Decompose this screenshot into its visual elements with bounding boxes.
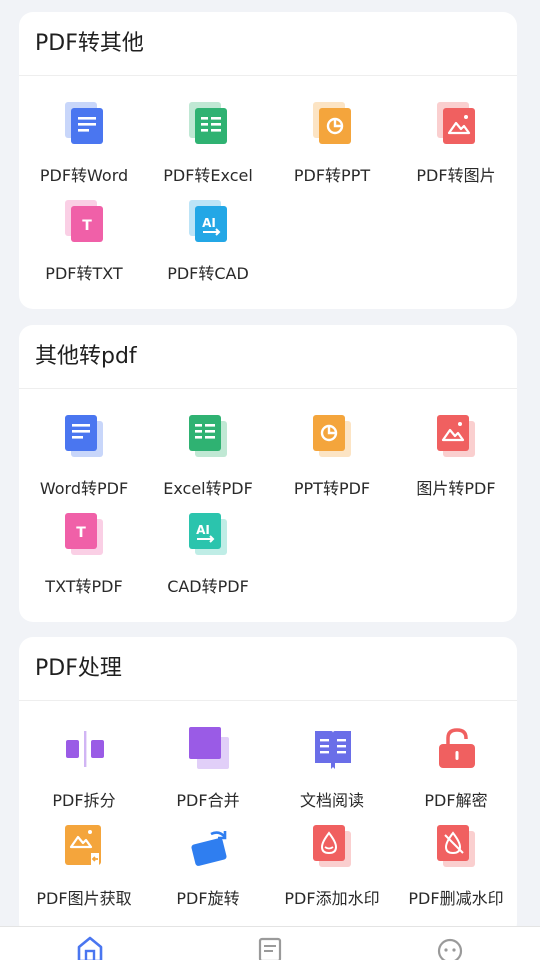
tool-label: Excel转PDF <box>163 479 253 498</box>
profile-icon <box>437 938 463 960</box>
tool-label: TXT转PDF <box>45 577 123 596</box>
section-pdf-to-other: PDF转其他 PDF转Word PDF转Excel PDF转PPT PDF转图片 <box>19 12 517 309</box>
excel-sheet-icon <box>189 102 229 146</box>
tool-pdf-decrypt[interactable]: PDF解密 <box>394 727 518 823</box>
tool-pdf-to-image[interactable]: PDF转图片 <box>394 102 518 198</box>
tool-label: PDF解密 <box>424 791 488 810</box>
ppt-chart-icon <box>313 102 353 146</box>
tool-txt-to-pdf[interactable]: T TXT转PDF <box>22 513 146 609</box>
remove-watermark-icon <box>437 825 477 869</box>
tool-cad-to-pdf[interactable]: AI CAD转PDF <box>146 513 270 609</box>
tool-pdf-to-word[interactable]: PDF转Word <box>22 102 146 198</box>
tool-label: 图片转PDF <box>416 479 496 498</box>
tool-image-to-pdf[interactable]: 图片转PDF <box>394 415 518 511</box>
tool-excel-to-pdf[interactable]: Excel转PDF <box>146 415 270 511</box>
tool-pdf-remove-watermark[interactable]: PDF删减水印 <box>394 825 518 921</box>
split-icon <box>65 727 105 771</box>
nav-profile[interactable] <box>435 935 465 960</box>
tool-pdf-add-watermark[interactable]: PDF添加水印 <box>270 825 394 921</box>
tool-label: 文档阅读 <box>299 791 364 810</box>
svg-text:T: T <box>76 525 86 541</box>
nav-documents[interactable] <box>255 935 285 960</box>
section-title: 其他转pdf <box>19 325 517 389</box>
tool-pdf-to-cad[interactable]: AI PDF转CAD <box>146 200 270 296</box>
merge-icon <box>189 727 229 771</box>
txt-icon: T <box>65 200 105 244</box>
svg-text:T: T <box>82 218 92 234</box>
tool-pdf-split[interactable]: PDF拆分 <box>22 727 146 823</box>
section-title: PDF转其他 <box>19 12 517 76</box>
tool-label: PDF图片获取 <box>36 889 132 908</box>
tool-label: PDF转TXT <box>45 264 123 283</box>
tool-label: PDF转PPT <box>293 166 371 185</box>
tool-label: PDF旋转 <box>176 889 240 908</box>
image-icon <box>437 102 477 146</box>
image-icon <box>437 415 477 459</box>
rotate-icon <box>189 825 229 869</box>
tool-pdf-to-txt[interactable]: T PDF转TXT <box>22 200 146 296</box>
tool-pdf-to-ppt[interactable]: PDF转PPT <box>270 102 394 198</box>
cad-icon: AI <box>189 513 229 557</box>
book-icon <box>313 727 353 771</box>
word-doc-icon <box>65 102 105 146</box>
cad-icon: AI <box>189 200 229 244</box>
ppt-chart-icon <box>313 415 353 459</box>
tool-word-to-pdf[interactable]: Word转PDF <box>22 415 146 511</box>
add-watermark-icon <box>313 825 353 869</box>
image-extract-icon <box>65 825 105 869</box>
tool-pdf-image-extract[interactable]: PDF图片获取 <box>22 825 146 921</box>
unlock-icon <box>437 727 477 771</box>
excel-sheet-icon <box>189 415 229 459</box>
tool-label: PDF转CAD <box>167 264 249 283</box>
word-doc-icon <box>65 415 105 459</box>
tool-label: PDF合并 <box>176 791 240 810</box>
tool-label: CAD转PDF <box>167 577 249 596</box>
tool-label: Word转PDF <box>39 479 129 498</box>
home-icon <box>77 936 103 960</box>
section-title: PDF处理 <box>19 637 517 701</box>
tool-doc-reading[interactable]: 文档阅读 <box>270 727 394 823</box>
bottom-nav <box>0 926 540 960</box>
tool-pdf-to-excel[interactable]: PDF转Excel <box>146 102 270 198</box>
tool-label: PPT转PDF <box>293 479 371 498</box>
tool-label: PDF转Word <box>39 166 129 185</box>
tool-label: PDF拆分 <box>52 791 116 810</box>
nav-home[interactable] <box>75 935 105 960</box>
svg-text:AI: AI <box>202 216 216 230</box>
section-other-to-pdf: 其他转pdf Word转PDF Excel转PDF PPT转PDF 图片转PDF <box>19 325 517 622</box>
tool-label: PDF删减水印 <box>408 889 504 908</box>
tool-pdf-rotate[interactable]: PDF旋转 <box>146 825 270 921</box>
tool-label: PDF添加水印 <box>284 889 380 908</box>
document-list-icon <box>258 937 282 960</box>
tool-pdf-merge[interactable]: PDF合并 <box>146 727 270 823</box>
section-pdf-processing: PDF处理 PDF拆分 PDF合并 文档阅读 PDF解密 PDF图片获取 PDF… <box>19 637 517 937</box>
svg-text:AI: AI <box>196 523 210 537</box>
tool-label: PDF转Excel <box>163 166 253 185</box>
tool-label: PDF转图片 <box>416 166 496 185</box>
tool-ppt-to-pdf[interactable]: PPT转PDF <box>270 415 394 511</box>
txt-icon: T <box>65 513 105 557</box>
